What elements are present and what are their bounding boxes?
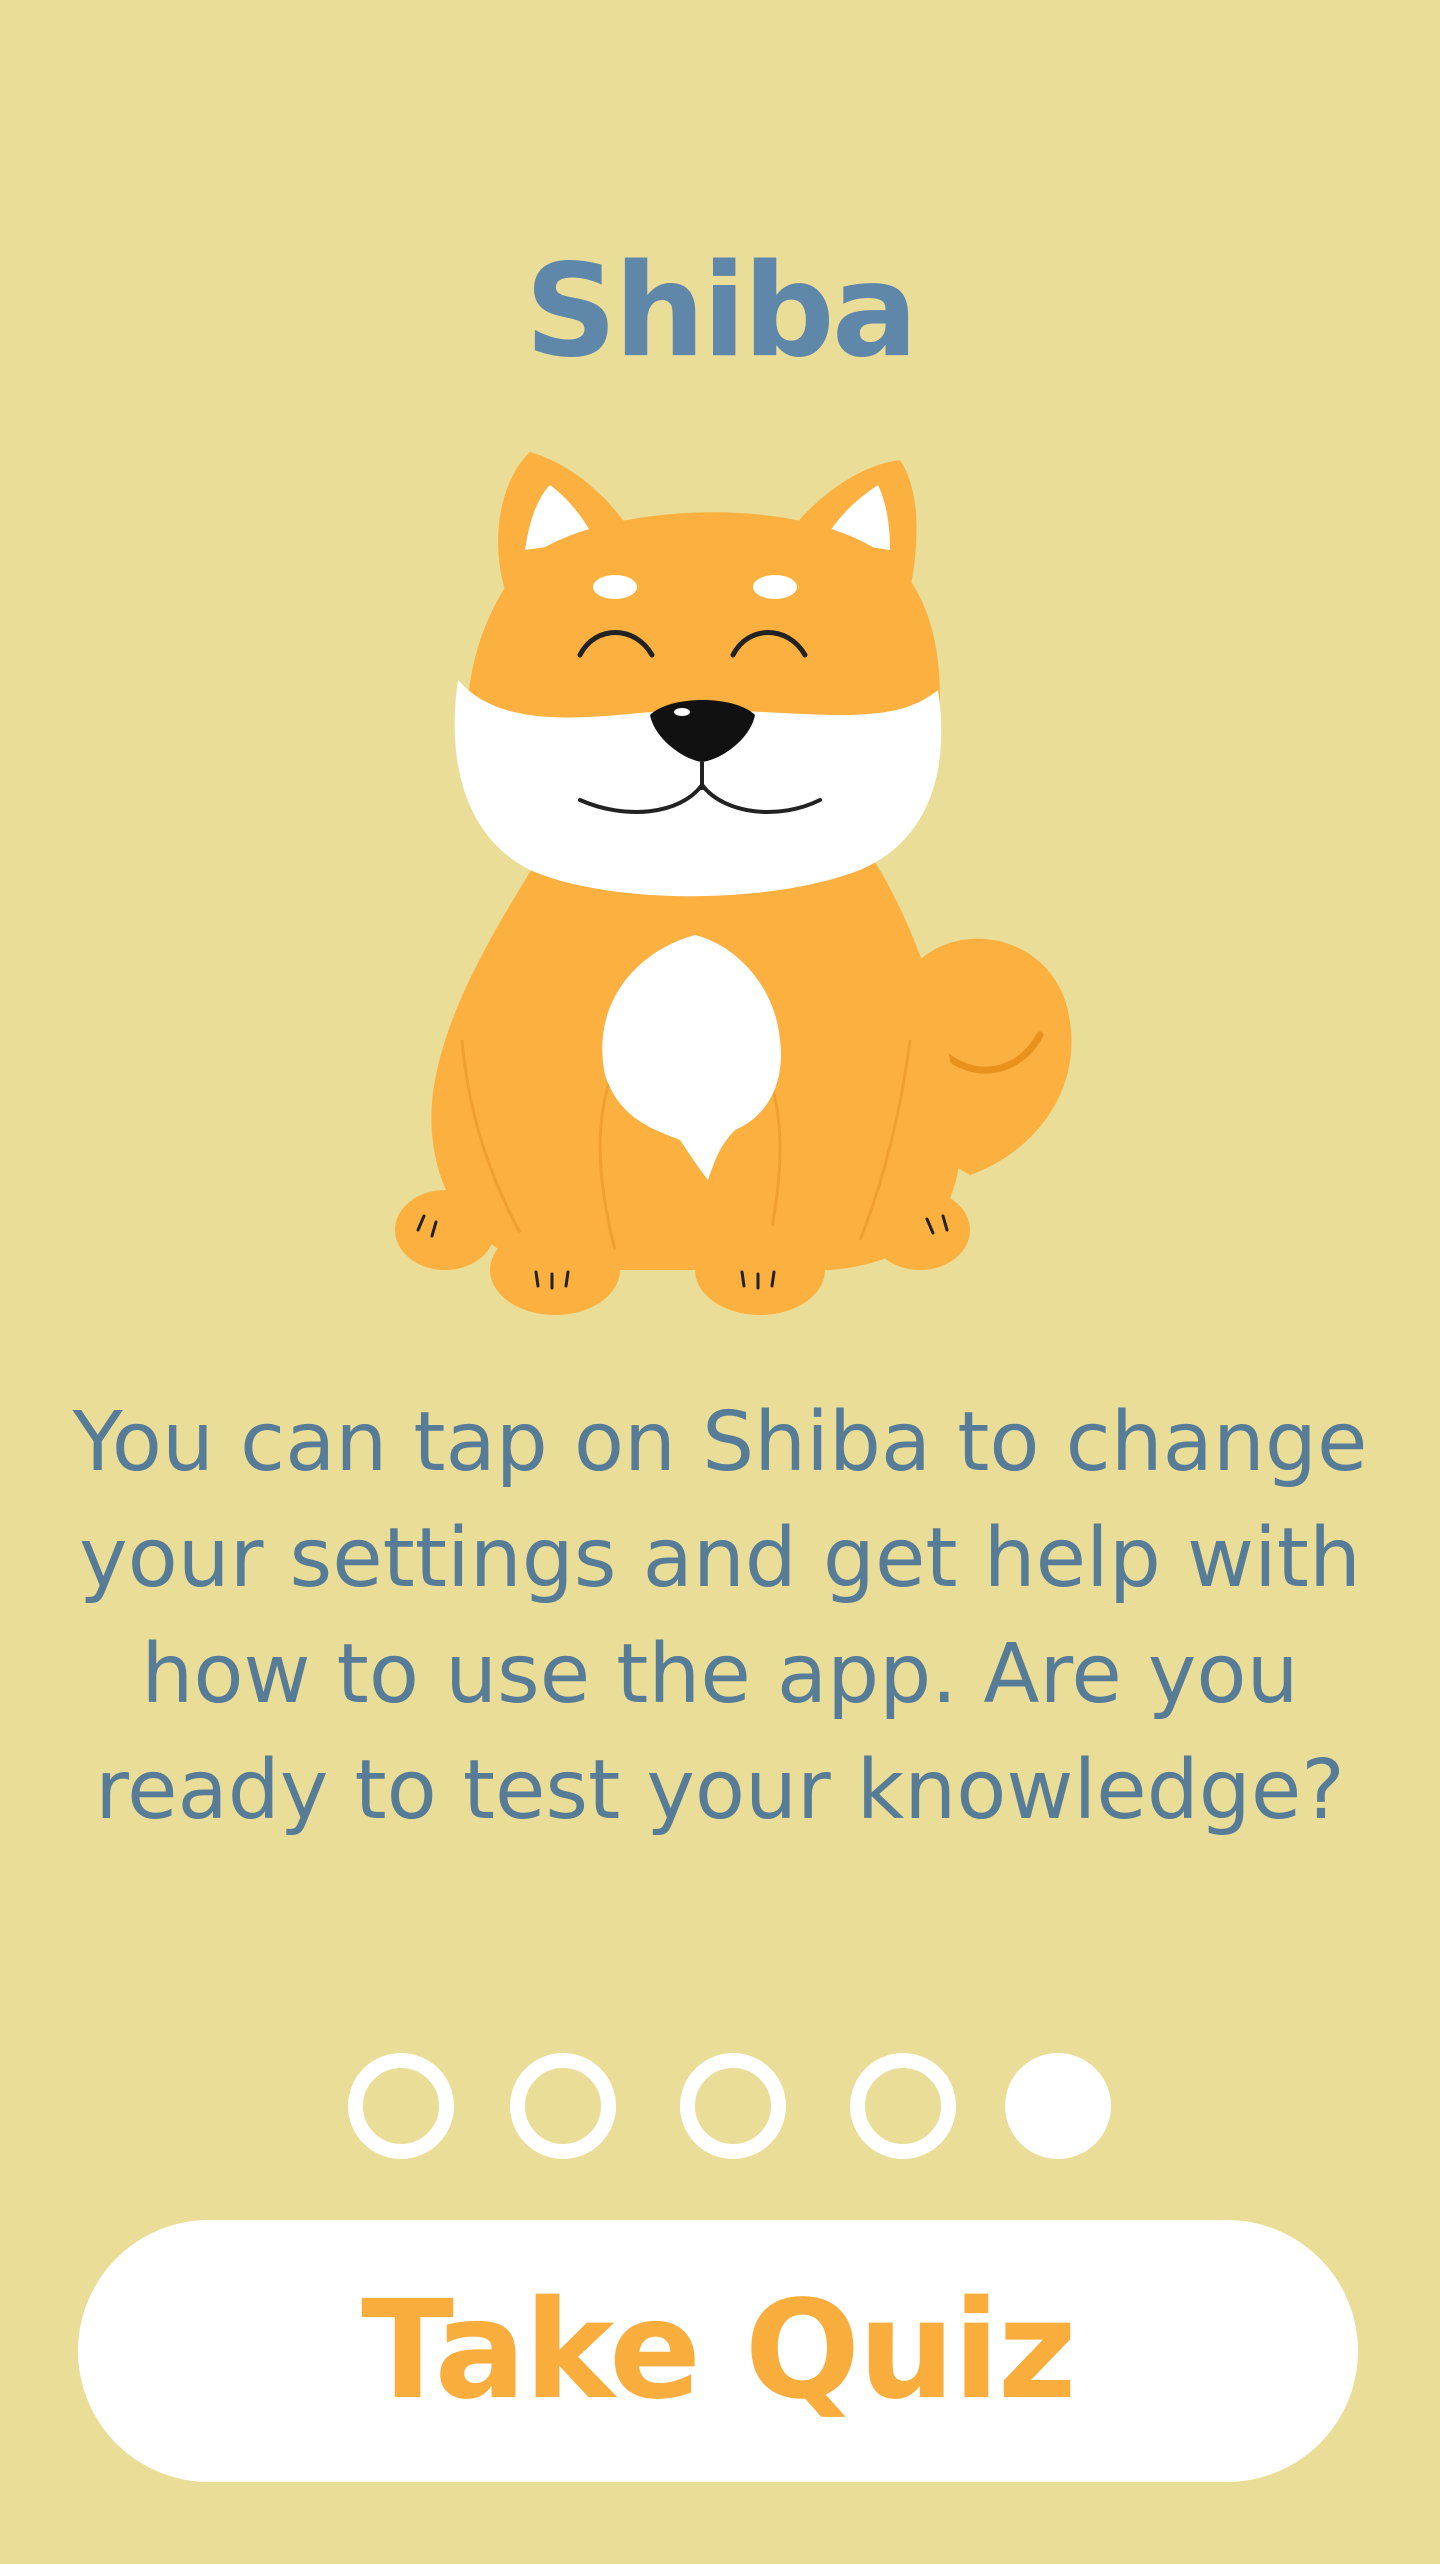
onboarding-message: You can tap on Shiba to change your sett… bbox=[72, 1395, 1368, 1838]
take-quiz-button[interactable]: Take Quiz bbox=[78, 2220, 1358, 2482]
page-dot-3 bbox=[680, 2053, 786, 2159]
shiba-illustration bbox=[395, 452, 1072, 1315]
page-dot-2 bbox=[510, 2053, 616, 2159]
shiba-mascot[interactable] bbox=[390, 440, 1090, 1320]
page-dot-1 bbox=[348, 2053, 454, 2159]
page-title: Shiba bbox=[524, 237, 918, 386]
page-dot-4 bbox=[850, 2053, 956, 2159]
page-dot-5-active bbox=[1005, 2053, 1111, 2159]
page-indicator bbox=[0, 2053, 1440, 2159]
